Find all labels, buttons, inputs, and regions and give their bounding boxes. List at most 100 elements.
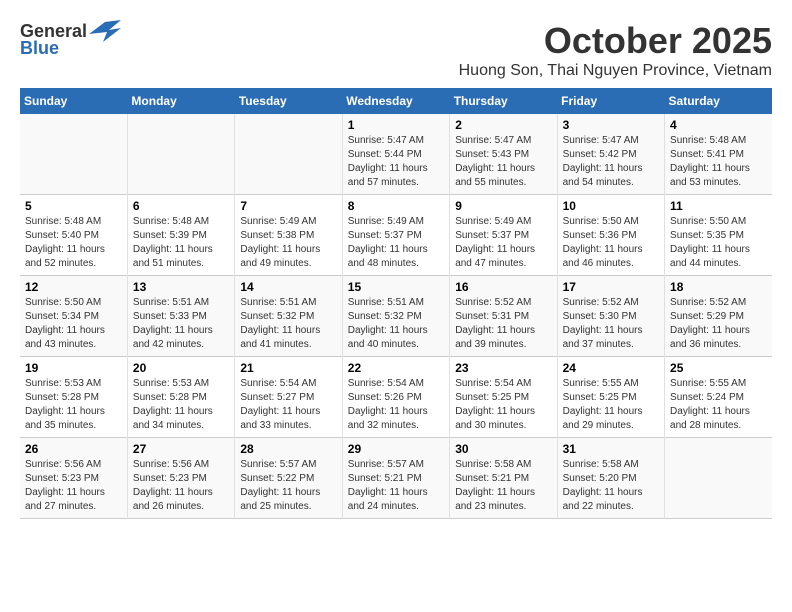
calendar-cell: 22 Sunrise: 5:54 AMSunset: 5:26 PMDayligh… — [342, 357, 449, 438]
day-number: 18 — [670, 280, 767, 294]
logo-blue: Blue — [20, 38, 59, 59]
day-number: 4 — [670, 118, 767, 132]
day-number: 25 — [670, 361, 767, 375]
day-info: Sunrise: 5:54 AMSunset: 5:26 PMDaylight:… — [348, 377, 444, 433]
calendar-cell: 24 Sunrise: 5:55 AMSunset: 5:25 PMDayligh… — [557, 357, 664, 438]
day-info: Sunrise: 5:50 AMSunset: 5:36 PMDaylight:… — [563, 215, 659, 271]
calendar-table: SundayMondayTuesdayWednesdayThursdayFrid… — [20, 88, 772, 519]
logo: General Blue — [20, 20, 121, 59]
day-number: 11 — [670, 199, 767, 213]
calendar-cell: 30Sunrise: 5:58 AMSunset: 5:21 PMDayligh… — [450, 438, 557, 519]
weekday-header-tuesday: Tuesday — [235, 88, 342, 114]
day-info: Sunrise: 5:49 AMSunset: 5:37 PMDaylight:… — [455, 215, 551, 271]
day-info: Sunrise: 5:50 AMSunset: 5:35 PMDaylight:… — [670, 215, 767, 271]
week-row-4: 19 Sunrise: 5:53 AMSunset: 5:28 PMDayligh… — [20, 357, 772, 438]
day-info: Sunrise: 5:49 AMSunset: 5:37 PMDaylight:… — [348, 215, 444, 271]
day-info: Sunrise: 5:56 AMSunset: 5:23 PMDaylight:… — [133, 458, 229, 514]
day-number: 5 — [25, 199, 122, 213]
day-number: 16 — [455, 280, 551, 294]
day-info: Sunrise: 5:51 AMSunset: 5:32 PMDaylight:… — [240, 296, 336, 352]
page-header: General Blue October 2025 Huong Son, Tha… — [20, 20, 772, 80]
calendar-cell: 15 Sunrise: 5:51 AMSunset: 5:32 PMDayligh… — [342, 276, 449, 357]
day-info: Sunrise: 5:56 AMSunset: 5:23 PMDaylight:… — [25, 458, 122, 514]
calendar-cell: 16Sunrise: 5:52 AMSunset: 5:31 PMDayligh… — [450, 276, 557, 357]
day-info: Sunrise: 5:58 AMSunset: 5:21 PMDaylight:… — [455, 458, 551, 514]
day-number: 3 — [563, 118, 659, 132]
week-row-3: 12Sunrise: 5:50 AMSunset: 5:34 PMDayligh… — [20, 276, 772, 357]
calendar-cell: 13 Sunrise: 5:51 AMSunset: 5:33 PMDayligh… — [127, 276, 234, 357]
calendar-cell — [127, 114, 234, 195]
day-info: Sunrise: 5:55 AMSunset: 5:25 PMDaylight:… — [563, 377, 659, 433]
calendar-cell: 7Sunrise: 5:49 AMSunset: 5:38 PMDaylight… — [235, 195, 342, 276]
location-subtitle: Huong Son, Thai Nguyen Province, Vietnam — [459, 62, 772, 80]
day-info: Sunrise: 5:53 AMSunset: 5:28 PMDaylight:… — [133, 377, 229, 433]
day-number: 24 — [563, 361, 659, 375]
day-info: Sunrise: 5:52 AMSunset: 5:30 PMDaylight:… — [563, 296, 659, 352]
day-info: Sunrise: 5:58 AMSunset: 5:20 PMDaylight:… — [563, 458, 659, 514]
calendar-cell — [665, 438, 772, 519]
day-info: Sunrise: 5:54 AMSunset: 5:27 PMDaylight:… — [240, 377, 336, 433]
calendar-cell: 11 Sunrise: 5:50 AMSunset: 5:35 PMDayligh… — [665, 195, 772, 276]
calendar-cell: 5Sunrise: 5:48 AMSunset: 5:40 PMDaylight… — [20, 195, 127, 276]
day-number: 19 — [25, 361, 122, 375]
logo-bird-icon — [89, 20, 121, 42]
day-number: 20 — [133, 361, 229, 375]
weekday-header-wednesday: Wednesday — [342, 88, 449, 114]
calendar-cell — [235, 114, 342, 195]
calendar-cell: 26 Sunrise: 5:56 AMSunset: 5:23 PMDayligh… — [20, 438, 127, 519]
calendar-cell: 14Sunrise: 5:51 AMSunset: 5:32 PMDayligh… — [235, 276, 342, 357]
day-info: Sunrise: 5:47 AMSunset: 5:43 PMDaylight:… — [455, 134, 551, 190]
day-number: 1 — [348, 118, 444, 132]
day-number: 9 — [455, 199, 551, 213]
day-info: Sunrise: 5:52 AMSunset: 5:29 PMDaylight:… — [670, 296, 767, 352]
calendar-cell: 18 Sunrise: 5:52 AMSunset: 5:29 PMDayligh… — [665, 276, 772, 357]
calendar-cell: 20 Sunrise: 5:53 AMSunset: 5:28 PMDayligh… — [127, 357, 234, 438]
day-info: Sunrise: 5:51 AMSunset: 5:33 PMDaylight:… — [133, 296, 229, 352]
day-info: Sunrise: 5:48 AMSunset: 5:41 PMDaylight:… — [670, 134, 767, 190]
day-info: Sunrise: 5:53 AMSunset: 5:28 PMDaylight:… — [25, 377, 122, 433]
month-year-title: October 2025 — [459, 20, 772, 62]
day-number: 26 — [25, 442, 122, 456]
calendar-cell: 29 Sunrise: 5:57 AMSunset: 5:21 PMDayligh… — [342, 438, 449, 519]
calendar-cell: 12Sunrise: 5:50 AMSunset: 5:34 PMDayligh… — [20, 276, 127, 357]
calendar-cell: 31 Sunrise: 5:58 AMSunset: 5:20 PMDayligh… — [557, 438, 664, 519]
day-number: 22 — [348, 361, 444, 375]
calendar-cell — [20, 114, 127, 195]
calendar-cell: 21Sunrise: 5:54 AMSunset: 5:27 PMDayligh… — [235, 357, 342, 438]
calendar-cell: 4 Sunrise: 5:48 AMSunset: 5:41 PMDaylight… — [665, 114, 772, 195]
day-info: Sunrise: 5:47 AMSunset: 5:42 PMDaylight:… — [563, 134, 659, 190]
calendar-cell: 1 Sunrise: 5:47 AMSunset: 5:44 PMDaylight… — [342, 114, 449, 195]
day-info: Sunrise: 5:57 AMSunset: 5:21 PMDaylight:… — [348, 458, 444, 514]
day-info: Sunrise: 5:57 AMSunset: 5:22 PMDaylight:… — [240, 458, 336, 514]
weekday-header-thursday: Thursday — [450, 88, 557, 114]
day-number: 8 — [348, 199, 444, 213]
calendar-cell: 27Sunrise: 5:56 AMSunset: 5:23 PMDayligh… — [127, 438, 234, 519]
calendar-cell: 25 Sunrise: 5:55 AMSunset: 5:24 PMDayligh… — [665, 357, 772, 438]
day-info: Sunrise: 5:54 AMSunset: 5:25 PMDaylight:… — [455, 377, 551, 433]
day-number: 29 — [348, 442, 444, 456]
weekday-header-row: SundayMondayTuesdayWednesdayThursdayFrid… — [20, 88, 772, 114]
calendar-cell: 23 Sunrise: 5:54 AMSunset: 5:25 PMDayligh… — [450, 357, 557, 438]
weekday-header-friday: Friday — [557, 88, 664, 114]
weekday-header-monday: Monday — [127, 88, 234, 114]
day-number: 10 — [563, 199, 659, 213]
day-number: 13 — [133, 280, 229, 294]
calendar-cell: 6 Sunrise: 5:48 AMSunset: 5:39 PMDaylight… — [127, 195, 234, 276]
day-number: 28 — [240, 442, 336, 456]
day-number: 2 — [455, 118, 551, 132]
title-section: October 2025 Huong Son, Thai Nguyen Prov… — [459, 20, 772, 80]
day-info: Sunrise: 5:48 AMSunset: 5:39 PMDaylight:… — [133, 215, 229, 271]
day-number: 7 — [240, 199, 336, 213]
day-number: 31 — [563, 442, 659, 456]
day-number: 23 — [455, 361, 551, 375]
day-info: Sunrise: 5:51 AMSunset: 5:32 PMDaylight:… — [348, 296, 444, 352]
week-row-2: 5Sunrise: 5:48 AMSunset: 5:40 PMDaylight… — [20, 195, 772, 276]
day-info: Sunrise: 5:55 AMSunset: 5:24 PMDaylight:… — [670, 377, 767, 433]
day-number: 15 — [348, 280, 444, 294]
day-number: 6 — [133, 199, 229, 213]
calendar-cell: 10 Sunrise: 5:50 AMSunset: 5:36 PMDayligh… — [557, 195, 664, 276]
calendar-cell: 19 Sunrise: 5:53 AMSunset: 5:28 PMDayligh… — [20, 357, 127, 438]
calendar-cell: 9 Sunrise: 5:49 AMSunset: 5:37 PMDaylight… — [450, 195, 557, 276]
day-number: 12 — [25, 280, 122, 294]
day-info: Sunrise: 5:47 AMSunset: 5:44 PMDaylight:… — [348, 134, 444, 190]
